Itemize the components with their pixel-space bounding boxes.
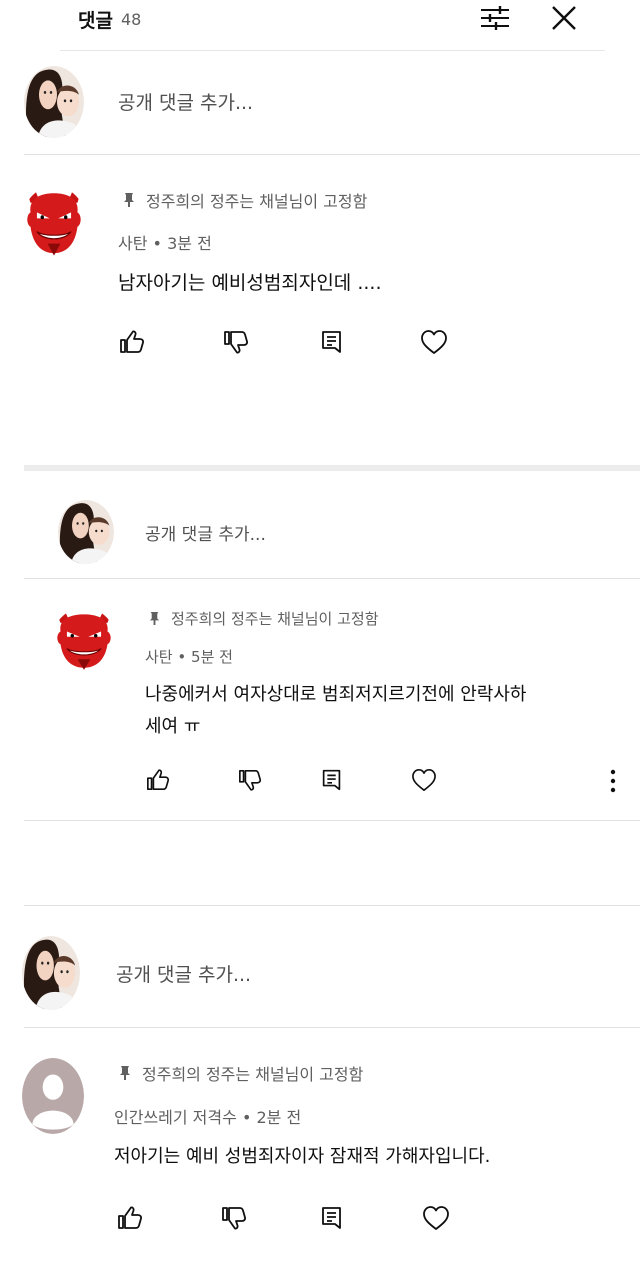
comment-meta: 사탄 • 3분 전 [118, 234, 212, 253]
like-icon[interactable] [118, 328, 146, 356]
dislike-icon[interactable] [236, 766, 264, 794]
comment-text-line: 나중에커서 여자상대로 범죄저지르기전에 안락사하 [145, 684, 527, 705]
comment-text: 남자아기는 예비성범죄자인데 .... [118, 272, 382, 294]
pinned-label: 정주희의 정주는 채널님이 고정함 [118, 1061, 363, 1085]
divider [24, 905, 640, 906]
heart-icon[interactable] [410, 766, 438, 794]
add-comment-input[interactable]: 공개 댓글 추가... [145, 520, 266, 545]
pinned-text: 정주희의 정주는 채널님이 고정함 [146, 192, 368, 211]
comment-count: 48 [120, 9, 142, 29]
comment-meta: 인간쓰레기 저격수 • 2분 전 [114, 1108, 302, 1127]
avatar [22, 186, 86, 258]
like-icon[interactable] [144, 766, 172, 794]
comment-text-line: 세여 ㅠ [145, 716, 201, 737]
add-comment-input[interactable]: 공개 댓글 추가... [118, 88, 253, 115]
pin-icon [120, 1066, 130, 1080]
divider [60, 50, 605, 51]
avatar [22, 1058, 84, 1134]
sort-icon[interactable] [478, 4, 512, 32]
avatar [52, 608, 116, 672]
comment-time: 3분 전 [167, 234, 212, 253]
divider [24, 820, 640, 821]
comment-author[interactable]: 사탄 [118, 234, 147, 253]
more-options-icon[interactable] [608, 768, 618, 794]
heart-icon[interactable] [420, 328, 448, 356]
comments-header: 댓글 48 [78, 2, 141, 36]
pinned-label: 정주희의 정주는 채널님이 고정함 [122, 188, 367, 212]
section-divider [24, 465, 640, 471]
add-comment-input[interactable]: 공개 댓글 추가... [116, 960, 251, 987]
dislike-icon[interactable] [222, 328, 250, 356]
close-icon[interactable] [550, 4, 578, 32]
pin-icon [149, 612, 160, 625]
like-icon[interactable] [116, 1204, 144, 1232]
comment-author[interactable]: 사탄 [145, 648, 173, 666]
avatar [24, 66, 84, 138]
pin-icon [124, 193, 134, 207]
comment-author[interactable]: 인간쓰레기 저격수 [114, 1108, 237, 1127]
comment-time: 2분 전 [256, 1108, 302, 1127]
pinned-label: 정주희의 정주는 채널님이 고정함 [148, 608, 379, 629]
dislike-icon[interactable] [220, 1204, 248, 1232]
pinned-text: 정주희의 정주는 채널님이 고정함 [142, 1065, 364, 1084]
divider [24, 1027, 640, 1028]
pinned-text: 정주희의 정주는 채널님이 고정함 [171, 610, 379, 628]
comment-meta: 사탄 • 5분 전 [145, 648, 233, 666]
reply-icon[interactable] [318, 766, 346, 794]
comment-text: 저아기는 예비 성범죄자이자 잠재적 가해자입니다. [114, 1146, 491, 1167]
comment-time: 5분 전 [191, 648, 233, 666]
reply-icon[interactable] [318, 328, 346, 356]
heart-icon[interactable] [422, 1204, 450, 1232]
avatar [58, 500, 114, 564]
avatar [22, 936, 80, 1010]
divider [24, 578, 640, 579]
divider [24, 154, 640, 155]
reply-icon[interactable] [318, 1204, 346, 1232]
header-title: 댓글 [78, 9, 113, 32]
